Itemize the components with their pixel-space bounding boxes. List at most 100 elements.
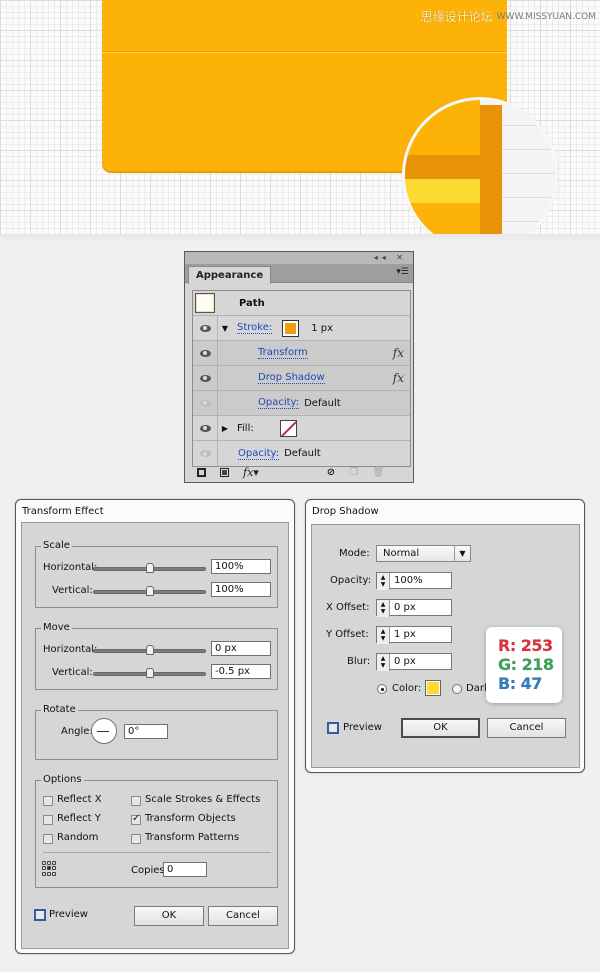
stroke-color-swatch[interactable] bbox=[282, 319, 300, 337]
watermark-url: WWW.MISSYUAN.COM bbox=[496, 11, 596, 22]
x-offset-input[interactable]: ▲ ▼ 0 px bbox=[376, 599, 452, 617]
clear-appearance-icon[interactable]: ⊘ bbox=[327, 467, 335, 478]
color-label[interactable]: Color: bbox=[392, 683, 421, 694]
collapse-close-icons[interactable]: ◂◂ ✕ bbox=[374, 252, 407, 264]
transform-patterns-label[interactable]: Transform Patterns bbox=[145, 832, 239, 843]
y-offset-input[interactable]: ▲ ▼ 1 px bbox=[376, 626, 452, 644]
scale-horizontal-input[interactable]: 100% bbox=[211, 559, 271, 574]
row-stroke-opacity[interactable]: Opacity: Default bbox=[193, 390, 410, 416]
row-stroke[interactable]: ▼ Stroke: 1 px bbox=[193, 315, 410, 341]
stepper-icon[interactable]: ▲ ▼ bbox=[377, 627, 390, 644]
move-horizontal-slider[interactable] bbox=[93, 645, 206, 655]
path-label: Path bbox=[239, 297, 265, 309]
transform-effect-link[interactable]: Transform bbox=[258, 347, 308, 359]
reference-point-icon[interactable] bbox=[42, 861, 57, 876]
fx-icon: fx bbox=[392, 371, 404, 385]
move-horizontal-input[interactable]: 0 px bbox=[211, 641, 271, 656]
expand-triangle-right-icon[interactable]: ▶ bbox=[218, 424, 232, 433]
mag-highlight-band bbox=[405, 179, 480, 203]
transform-objects-checkbox[interactable] bbox=[131, 813, 141, 825]
slider-thumb[interactable] bbox=[145, 668, 154, 678]
x-offset-value: 0 px bbox=[394, 602, 416, 613]
drop-shadow-effect-link[interactable]: Drop Shadow bbox=[258, 372, 325, 384]
visibility-toggle[interactable] bbox=[193, 340, 218, 366]
blur-input[interactable]: ▲ ▼ 0 px bbox=[376, 653, 452, 671]
panel-toolbar: fx▾ ⊘ ❐ 🗑 ⋰ bbox=[185, 462, 413, 482]
copies-input[interactable]: 0 bbox=[163, 862, 207, 877]
options-divider bbox=[43, 852, 271, 853]
path-thumbnail bbox=[195, 293, 215, 313]
stroke-link[interactable]: Stroke: bbox=[237, 322, 273, 334]
opacity-input[interactable]: ▲ ▼ 100% bbox=[376, 572, 452, 590]
darkness-radio[interactable] bbox=[452, 684, 462, 694]
reflect-x-checkbox[interactable] bbox=[43, 796, 53, 806]
stepper-icon[interactable]: ▲ ▼ bbox=[377, 573, 390, 590]
watermark-cn: 思缘设计论坛 bbox=[420, 10, 493, 24]
stroke-weight[interactable]: 1 px bbox=[311, 323, 333, 334]
opacity-link[interactable]: Opacity: bbox=[238, 448, 280, 460]
expand-triangle-down-icon[interactable]: ▼ bbox=[218, 324, 232, 333]
shadow-color-swatch[interactable] bbox=[425, 680, 441, 696]
visibility-toggle[interactable] bbox=[193, 415, 218, 441]
duplicate-item-icon[interactable]: ❐ bbox=[349, 467, 358, 478]
row-drop-shadow-effect[interactable]: Drop Shadow fx bbox=[193, 365, 410, 391]
visibility-toggle[interactable] bbox=[193, 365, 218, 391]
mag-stroke-band bbox=[405, 155, 480, 179]
cancel-button[interactable]: Cancel bbox=[487, 718, 566, 738]
panel-menu-icon[interactable]: ▾☰ bbox=[396, 267, 409, 277]
cancel-button[interactable]: Cancel bbox=[208, 906, 278, 926]
stepper-icon[interactable]: ▲ ▼ bbox=[377, 600, 390, 617]
blur-value: 0 px bbox=[394, 656, 416, 667]
panel-titlebar[interactable]: ◂◂ ✕ bbox=[185, 252, 413, 264]
move-vertical-slider[interactable] bbox=[93, 668, 206, 678]
fill-label[interactable]: Fill: bbox=[237, 423, 254, 434]
delete-item-trash-icon[interactable]: 🗑 bbox=[372, 467, 385, 478]
slider-thumb[interactable] bbox=[145, 563, 154, 573]
mode-value: Normal bbox=[383, 548, 420, 559]
opacity-link[interactable]: Opacity: bbox=[258, 397, 300, 409]
scale-vertical-input[interactable]: 100% bbox=[211, 582, 271, 597]
angle-input[interactable]: 0° bbox=[124, 724, 168, 739]
visibility-toggle[interactable] bbox=[193, 315, 218, 341]
x-offset-label: X Offset: bbox=[326, 602, 370, 613]
color-radio[interactable] bbox=[377, 684, 387, 694]
add-new-stroke-icon[interactable] bbox=[197, 467, 206, 477]
angle-dial[interactable] bbox=[91, 718, 117, 744]
slider-thumb[interactable] bbox=[145, 645, 154, 655]
add-effect-fx-icon[interactable]: fx▾ bbox=[243, 466, 259, 479]
move-vertical-input[interactable]: -0.5 px bbox=[211, 664, 271, 679]
preview-label[interactable]: Preview bbox=[49, 909, 88, 920]
transform-objects-label[interactable]: Transform Objects bbox=[145, 813, 236, 824]
scale-horizontal-label: Horizontal: bbox=[43, 562, 98, 573]
preview-label[interactable]: Preview bbox=[343, 722, 382, 733]
opacity-value: Default bbox=[284, 448, 321, 459]
random-label[interactable]: Random bbox=[57, 832, 98, 843]
ok-button[interactable]: OK bbox=[134, 906, 204, 926]
random-checkbox[interactable] bbox=[43, 834, 53, 844]
tab-appearance[interactable]: Appearance bbox=[188, 266, 272, 284]
eye-icon bbox=[199, 424, 211, 432]
add-new-fill-icon[interactable] bbox=[220, 467, 229, 477]
row-transform-effect[interactable]: Transform fx bbox=[193, 340, 410, 366]
eye-icon bbox=[199, 324, 211, 332]
row-path[interactable]: Path bbox=[193, 291, 410, 316]
preview-checkbox[interactable] bbox=[34, 909, 46, 921]
preview-checkbox[interactable] bbox=[327, 722, 339, 734]
scale-strokes-label[interactable]: Scale Strokes & Effects bbox=[145, 794, 260, 805]
scale-vertical-label: Vertical: bbox=[52, 585, 93, 596]
resize-grip-icon[interactable]: ⋰ bbox=[403, 473, 410, 481]
mode-dropdown[interactable]: Normal ▼ bbox=[376, 545, 471, 562]
transform-patterns-checkbox[interactable] bbox=[131, 834, 141, 844]
row-fill[interactable]: ▶ Fill: bbox=[193, 415, 410, 441]
fill-none-swatch[interactable] bbox=[279, 419, 297, 437]
visibility-toggle[interactable] bbox=[193, 390, 218, 416]
reflect-x-label[interactable]: Reflect X bbox=[57, 794, 102, 805]
stepper-icon[interactable]: ▲ ▼ bbox=[377, 654, 390, 671]
slider-thumb[interactable] bbox=[145, 586, 154, 596]
scale-strokes-checkbox[interactable] bbox=[131, 796, 141, 806]
scale-horizontal-slider[interactable] bbox=[93, 563, 206, 573]
ok-button[interactable]: OK bbox=[401, 718, 480, 738]
reflect-y-label[interactable]: Reflect Y bbox=[57, 813, 101, 824]
reflect-y-checkbox[interactable] bbox=[43, 815, 53, 825]
scale-vertical-slider[interactable] bbox=[93, 586, 206, 596]
